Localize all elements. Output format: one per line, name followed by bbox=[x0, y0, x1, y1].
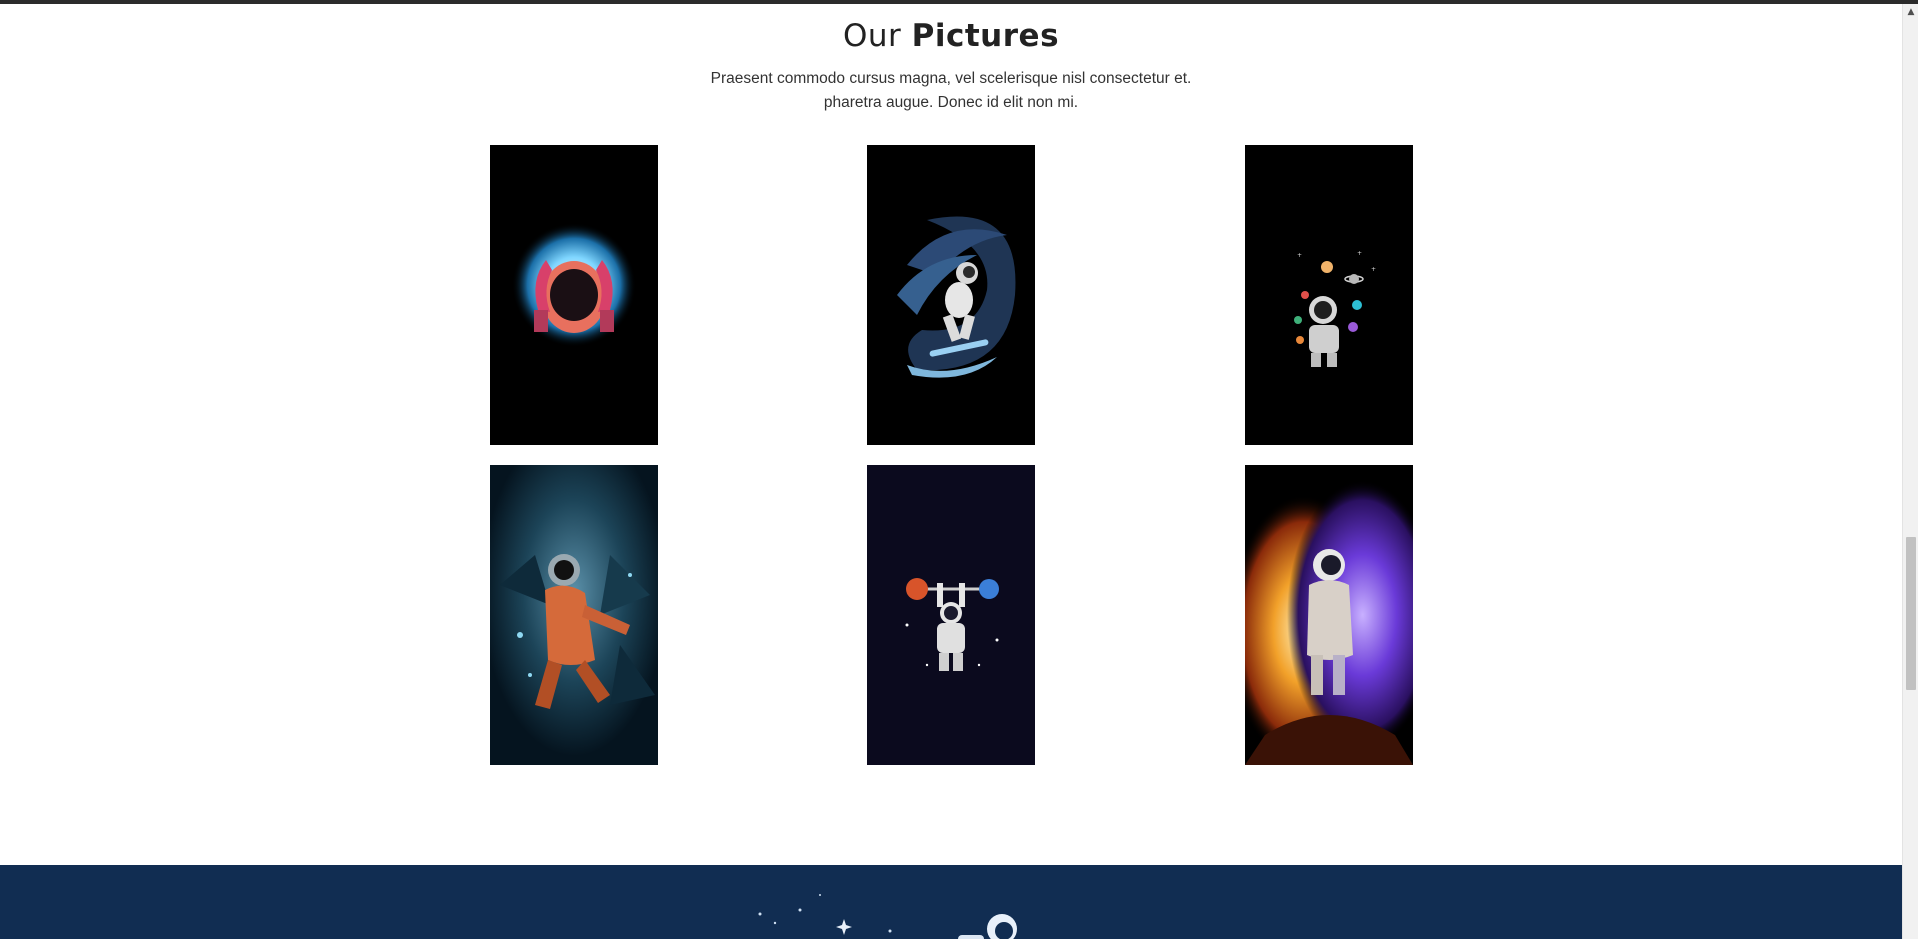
svg-text:+: + bbox=[1297, 252, 1302, 259]
gallery-picture-3[interactable]: + + + bbox=[1245, 145, 1413, 445]
svg-text:+: + bbox=[1357, 250, 1362, 257]
picture-gallery: + + + bbox=[0, 4, 1902, 864]
astronaut-exploding-nebula-image bbox=[490, 465, 658, 765]
site-footer bbox=[0, 865, 1902, 939]
page-content: Our Pictures Praesent commodo cursus mag… bbox=[0, 4, 1902, 939]
gallery-picture-2[interactable] bbox=[867, 145, 1035, 445]
svg-text:+: + bbox=[1371, 266, 1376, 273]
astronaut-hands-helmet-image bbox=[490, 145, 658, 445]
astronaut-cosmic-fire-image bbox=[1245, 465, 1413, 765]
gallery-picture-4[interactable] bbox=[490, 465, 658, 765]
astronaut-juggling-planets-image: + + + bbox=[1245, 145, 1413, 445]
astronaut-lifting-planets-image bbox=[867, 465, 1035, 765]
scrollbar-thumb[interactable] bbox=[1906, 537, 1916, 690]
astronaut-surfing-wave-image bbox=[867, 145, 1035, 445]
gallery-picture-1[interactable] bbox=[490, 145, 658, 445]
scroll-up-arrow-icon[interactable]: ▲ bbox=[1903, 4, 1918, 20]
page-scrollbar[interactable]: ▲ bbox=[1902, 4, 1918, 939]
gallery-picture-6[interactable] bbox=[1245, 465, 1413, 765]
gallery-picture-5[interactable] bbox=[867, 465, 1035, 765]
footer-astronaut-logo-icon bbox=[758, 894, 1017, 939]
